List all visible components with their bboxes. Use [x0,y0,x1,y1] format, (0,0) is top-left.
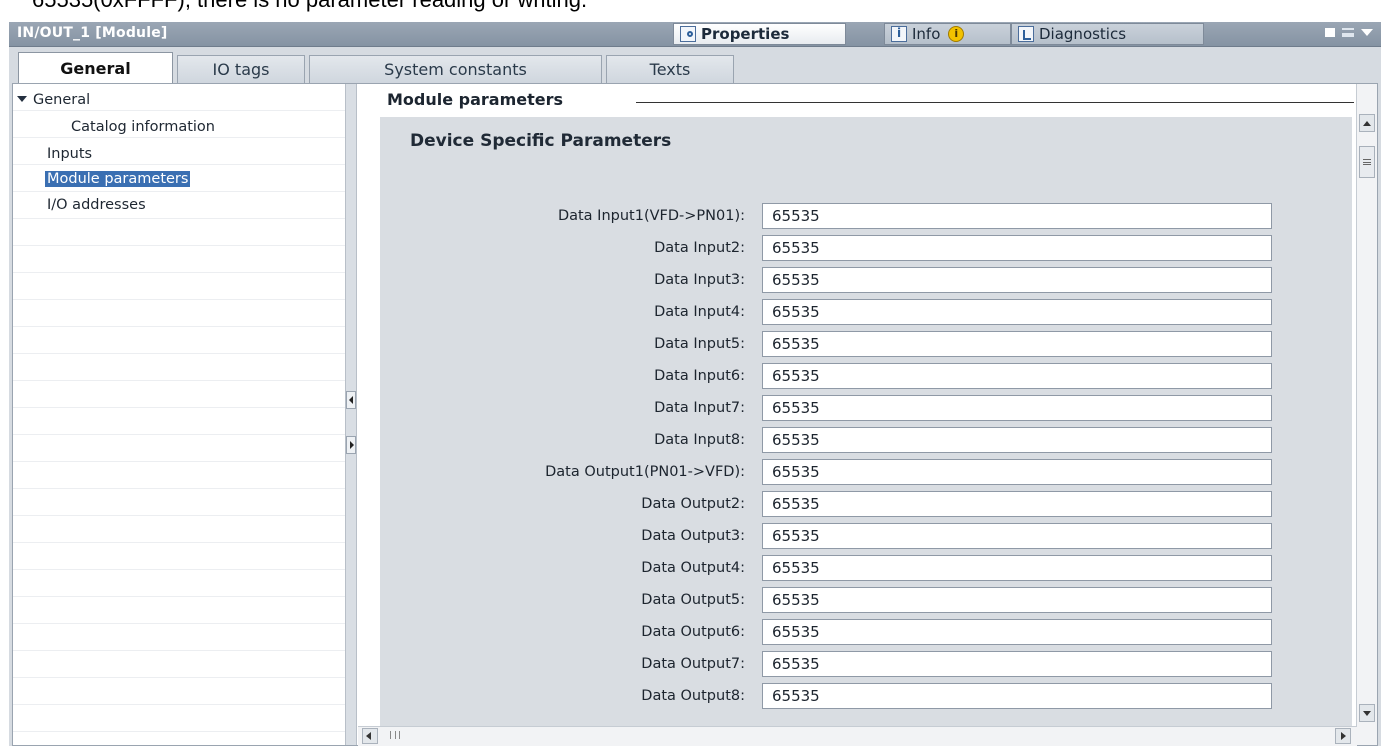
parameter-label: Data Input8: [654,432,745,448]
nav-item-module-parameters[interactable]: Module parameters [45,171,191,187]
parameter-row: Data Output8: 65535 [380,683,1352,711]
data-input7-field[interactable]: 65535 [762,395,1272,421]
parameter-label: Data Input3: [654,272,745,288]
data-input5-field[interactable]: 65535 [762,331,1272,357]
panel-title: Device Specific Parameters [410,131,672,151]
data-output6-field[interactable]: 65535 [762,619,1272,645]
navigation-tree: General Catalog information Inputs Modul… [13,84,346,745]
tab-diagnostics[interactable]: Diagnostics [1011,23,1204,45]
window-title-bar: IN/OUT_1 [Module] Properties Info Diagno… [9,22,1381,47]
cropped-caption-text: 65535(0xFFFF), there is no parameter rea… [32,0,932,13]
tab-info-label: Info [912,25,941,43]
collapse-left-icon[interactable] [346,391,356,409]
data-output8-field[interactable]: 65535 [762,683,1272,709]
nav-item-catalog-information[interactable]: Catalog information [71,119,215,135]
expand-triangle-icon[interactable] [17,96,27,102]
device-parameters-panel: Device Specific Parameters Data Input1(V… [380,117,1352,745]
parameter-label: Data Output6: [641,624,745,640]
data-output2-field[interactable]: 65535 [762,491,1272,517]
tab-general[interactable]: General [18,52,173,85]
parameter-row: Data Output3: 65535 [380,523,1352,551]
info-icon [891,26,907,42]
parameter-row: Data Output2: 65535 [380,491,1352,519]
scroll-down-icon[interactable] [1359,704,1375,722]
section-divider [636,102,1354,103]
scroll-up-icon[interactable] [1359,114,1375,132]
parameter-row: Data Input2: 65535 [380,235,1352,263]
parameter-label: Data Output4: [641,560,745,576]
parameter-label: Data Output3: [641,528,745,544]
window-controls [1325,28,1373,37]
parameter-label: Data Input2: [654,240,745,256]
chevron-down-icon[interactable] [1361,29,1373,36]
nav-item-io-addresses[interactable]: I/O addresses [47,197,146,213]
menu-icon[interactable] [1342,28,1354,37]
parameter-row: Data Output4: 65535 [380,555,1352,583]
data-output5-field[interactable]: 65535 [762,587,1272,613]
data-input3-field[interactable]: 65535 [762,267,1272,293]
parameter-row: Data Input3: 65535 [380,267,1352,295]
horizontal-scrollbar[interactable] [358,726,1357,746]
tab-info[interactable]: Info [884,23,1011,45]
horizontal-scroll-grip-icon[interactable] [390,731,400,739]
pane-splitter[interactable] [345,84,357,745]
nav-item-label: General [33,92,91,108]
expand-right-icon[interactable] [346,436,356,454]
section-tab-strip: General IO tags System constants Texts [9,47,1381,85]
content-area: General Catalog information Inputs Modul… [12,83,1378,746]
parameter-row: Data Input7: 65535 [380,395,1352,423]
parameter-row: Data Output1(PN01->VFD): 65535 [380,459,1352,487]
data-input8-field[interactable]: 65535 [762,427,1272,453]
inspector-window: IN/OUT_1 [Module] Properties Info Diagno… [9,22,1381,746]
data-input2-field[interactable]: 65535 [762,235,1272,261]
parameter-label: Data Output5: [641,592,745,608]
scroll-left-icon[interactable] [362,728,378,744]
parameter-row: Data Input8: 65535 [380,427,1352,455]
parameter-label: Data Output1(PN01->VFD): [545,464,745,480]
diagnostics-icon [1018,26,1034,42]
window-title: IN/OUT_1 [Module] [17,25,168,41]
data-output4-field[interactable]: 65535 [762,555,1272,581]
data-output1-field[interactable]: 65535 [762,459,1272,485]
section-title: Module parameters [387,90,564,109]
parameter-label: Data Input6: [654,368,745,384]
parameter-view: Module parameters Device Specific Parame… [358,84,1358,745]
vertical-scrollbar[interactable] [1356,84,1377,745]
parameter-label: Data Output2: [641,496,745,512]
parameter-row: Data Input1(VFD->PN01): 65535 [380,203,1352,231]
data-input1-field[interactable]: 65535 [762,203,1272,229]
tab-diagnostics-label: Diagnostics [1039,25,1127,43]
info-badge-icon [948,26,965,42]
scroll-right-icon[interactable] [1335,728,1351,744]
data-output7-field[interactable]: 65535 [762,651,1272,677]
data-input4-field[interactable]: 65535 [762,299,1272,325]
parameter-label: Data Output7: [641,656,745,672]
data-output3-field[interactable]: 65535 [762,523,1272,549]
tab-properties-label: Properties [701,25,790,43]
parameter-label: Data Input7: [654,400,745,416]
restore-icon[interactable] [1325,28,1335,37]
tab-io-tags[interactable]: IO tags [177,55,305,85]
parameter-row: Data Output6: 65535 [380,619,1352,647]
tab-texts[interactable]: Texts [606,55,734,85]
vertical-scroll-thumb[interactable] [1359,146,1375,178]
tab-properties[interactable]: Properties [673,23,846,45]
nav-item-inputs[interactable]: Inputs [47,146,92,162]
parameter-row: Data Input5: 65535 [380,331,1352,359]
nav-item-general[interactable]: General [17,92,90,108]
parameter-label: Data Input5: [654,336,745,352]
parameter-row: Data Input4: 65535 [380,299,1352,327]
parameter-label: Data Output8: [641,688,745,704]
parameter-row: Data Input6: 65535 [380,363,1352,391]
parameter-row: Data Output7: 65535 [380,651,1352,679]
parameter-label: Data Input4: [654,304,745,320]
tab-system-constants[interactable]: System constants [309,55,602,85]
parameter-row: Data Output5: 65535 [380,587,1352,615]
properties-icon [680,26,696,42]
data-input6-field[interactable]: 65535 [762,363,1272,389]
parameter-label: Data Input1(VFD->PN01): [557,208,745,224]
